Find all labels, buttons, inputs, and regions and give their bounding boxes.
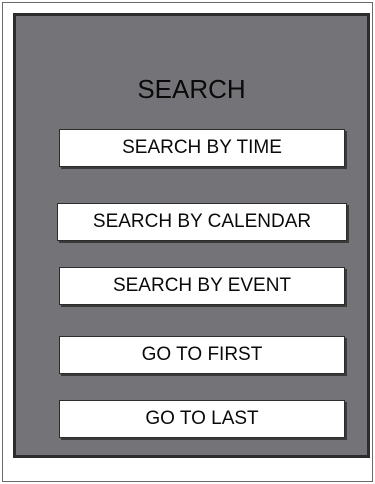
- search-by-calendar-button[interactable]: SEARCH BY CALENDAR: [57, 203, 347, 241]
- search-menu-panel: SEARCH SEARCH BY TIME SEARCH BY CALENDAR…: [13, 13, 370, 458]
- window-frame: SEARCH SEARCH BY TIME SEARCH BY CALENDAR…: [2, 2, 373, 482]
- menu-title: SEARCH: [137, 74, 246, 104]
- go-to-first-button[interactable]: GO TO FIRST: [59, 336, 345, 374]
- search-by-time-button[interactable]: SEARCH BY TIME: [59, 129, 345, 167]
- search-by-event-button[interactable]: SEARCH BY EVENT: [59, 267, 345, 305]
- go-to-last-button[interactable]: GO TO LAST: [59, 400, 345, 438]
